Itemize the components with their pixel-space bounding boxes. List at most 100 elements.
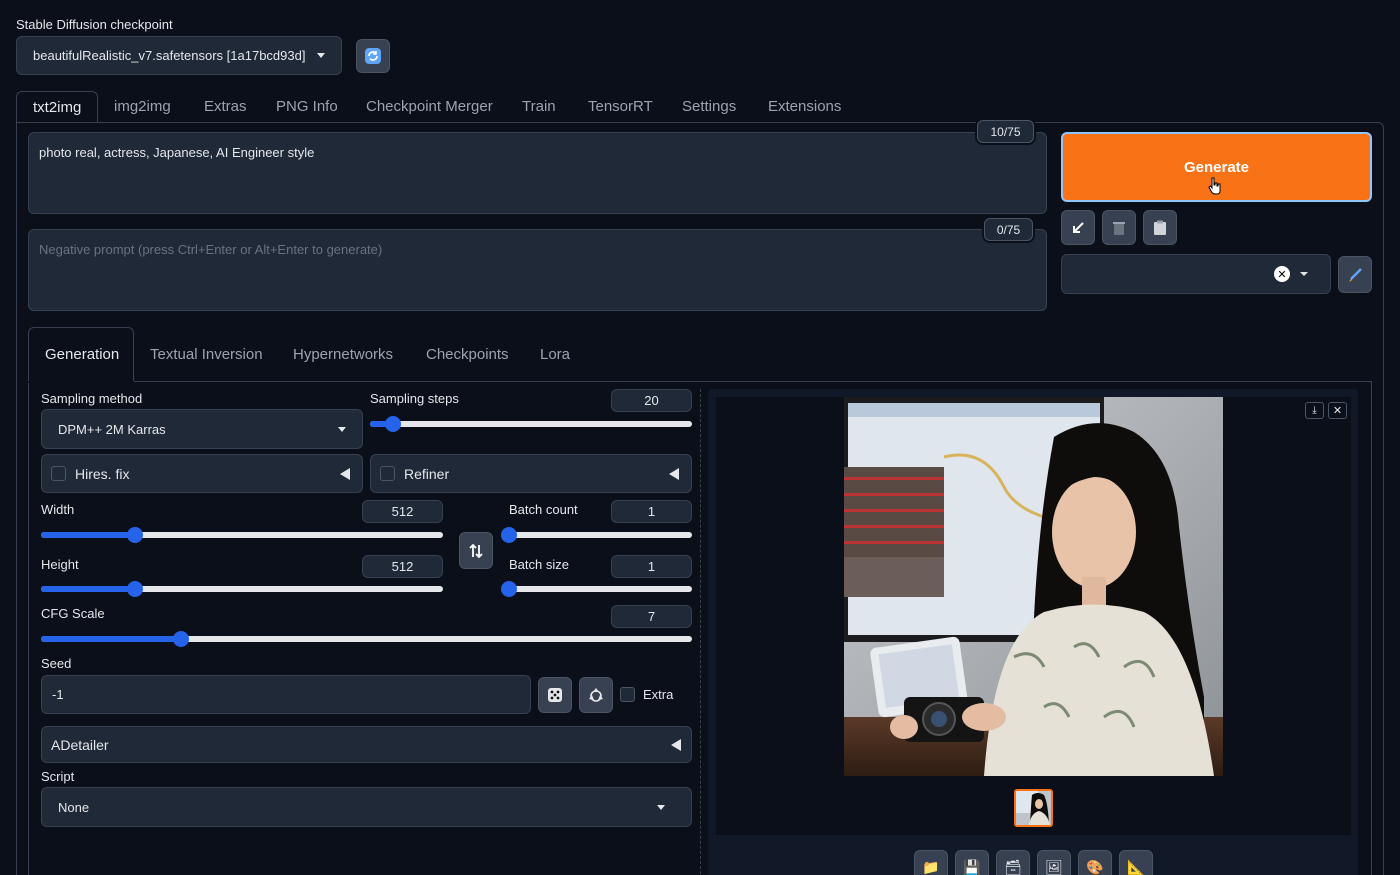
send-to-inpaint-button[interactable]: 🎨 bbox=[1078, 850, 1112, 875]
seed-input[interactable]: -1 bbox=[41, 675, 531, 714]
height-label: Height bbox=[41, 557, 79, 572]
cfg-scale-input[interactable]: 7 bbox=[611, 605, 692, 628]
chevron-down-icon bbox=[317, 53, 325, 58]
cfg-scale-slider[interactable] bbox=[41, 631, 692, 647]
batch-size-slider[interactable] bbox=[501, 581, 692, 597]
chevron-down-icon bbox=[657, 804, 665, 810]
edit-styles-button[interactable] bbox=[1338, 256, 1372, 293]
tab-textual-inversion[interactable]: Textual Inversion bbox=[150, 346, 263, 363]
download-icon[interactable]: ⤓ bbox=[1305, 402, 1324, 419]
dice-icon bbox=[548, 688, 562, 702]
sampling-steps-label: Sampling steps bbox=[370, 391, 459, 406]
collapse-arrow-icon[interactable] bbox=[671, 738, 681, 751]
tab-extensions[interactable]: Extensions bbox=[768, 91, 841, 123]
tab-img2img[interactable]: img2img bbox=[114, 91, 171, 123]
triangle-ruler-icon: 📐 bbox=[1127, 858, 1145, 875]
clear-prompt-button[interactable] bbox=[1102, 210, 1136, 245]
extra-checkbox[interactable] bbox=[620, 687, 635, 702]
tab-hypernetworks[interactable]: Hypernetworks bbox=[293, 346, 393, 363]
width-slider[interactable] bbox=[41, 527, 443, 543]
save-button[interactable]: 💾 bbox=[955, 850, 989, 875]
tab-lora[interactable]: Lora bbox=[540, 346, 570, 363]
hires-fix-label: Hires. fix bbox=[75, 465, 130, 482]
script-dropdown[interactable]: None bbox=[41, 787, 692, 827]
batch-count-input[interactable]: 1 bbox=[611, 500, 692, 523]
sampling-method-value: DPM++ 2M Karras bbox=[58, 421, 166, 437]
open-folder-button[interactable]: 📁 bbox=[914, 850, 948, 875]
column-divider bbox=[700, 389, 701, 875]
height-input[interactable]: 512 bbox=[362, 555, 443, 578]
width-label: Width bbox=[41, 502, 75, 517]
pointer-cursor-icon bbox=[1208, 177, 1222, 195]
extra-label: Extra bbox=[643, 687, 674, 702]
collapse-arrow-icon[interactable] bbox=[669, 467, 679, 480]
sampling-steps-slider[interactable] bbox=[370, 416, 692, 432]
tab-gap bbox=[28, 381, 134, 383]
clipboard-icon bbox=[1154, 220, 1166, 235]
refiner-accordion[interactable]: Refiner bbox=[370, 454, 692, 493]
width-input[interactable]: 512 bbox=[362, 500, 443, 523]
checkpoint-dropdown[interactable]: beautifulRealistic_v7.safetensors [1a17b… bbox=[16, 36, 342, 75]
slider-thumb[interactable] bbox=[384, 416, 401, 432]
generated-image[interactable] bbox=[844, 397, 1223, 776]
batch-size-label: Batch size bbox=[509, 557, 569, 572]
refresh-icon bbox=[365, 48, 381, 64]
generate-label: Generate bbox=[1183, 158, 1250, 176]
tab-png-info[interactable]: PNG Info bbox=[276, 91, 338, 123]
swap-arrows-icon bbox=[469, 543, 483, 558]
script-label: Script bbox=[41, 769, 75, 784]
random-seed-button[interactable] bbox=[538, 677, 572, 713]
collapse-arrow-icon[interactable] bbox=[340, 467, 350, 480]
adetailer-accordion[interactable]: ADetailer bbox=[41, 726, 692, 763]
gallery-thumbnail[interactable] bbox=[1014, 789, 1053, 827]
clear-icon[interactable]: ✕ bbox=[1274, 266, 1290, 282]
chevron-down-icon bbox=[1300, 272, 1308, 276]
slider-thumb[interactable] bbox=[501, 527, 517, 543]
prompt-token-counter: 10/75 bbox=[977, 120, 1034, 143]
send-to-extras-button[interactable]: 📐 bbox=[1119, 850, 1153, 875]
refresh-checkpoint-button[interactable] bbox=[356, 39, 390, 73]
close-icon[interactable]: ✕ bbox=[1328, 402, 1347, 419]
tab-generation[interactable]: Generation bbox=[45, 346, 119, 363]
seed-value: -1 bbox=[52, 687, 64, 702]
reuse-seed-button[interactable] bbox=[579, 677, 613, 713]
tab-tensorrt[interactable]: TensorRT bbox=[588, 91, 653, 123]
slider-thumb[interactable] bbox=[501, 581, 517, 597]
send-to-img2img-button[interactable]: 🖼 bbox=[1037, 850, 1071, 875]
zip-button[interactable]: 🗃 bbox=[996, 850, 1030, 875]
tab-checkpoint-merger[interactable]: Checkpoint Merger bbox=[366, 91, 493, 123]
tab-txt2img[interactable]: txt2img bbox=[16, 91, 98, 123]
cfg-scale-label: CFG Scale bbox=[41, 606, 105, 621]
prompt-textarea[interactable]: photo real, actress, Japanese, AI Engine… bbox=[28, 132, 1047, 214]
refiner-label: Refiner bbox=[404, 465, 450, 482]
floppy-disk-icon: 💾 bbox=[963, 858, 981, 875]
trash-icon bbox=[1113, 221, 1125, 235]
slider-thumb[interactable] bbox=[172, 631, 189, 647]
apply-styles-button[interactable] bbox=[1143, 210, 1177, 245]
tab-checkpoints[interactable]: Checkpoints bbox=[426, 346, 509, 363]
hires-fix-checkbox[interactable] bbox=[51, 466, 66, 481]
checkpoint-label: Stable Diffusion checkpoint bbox=[16, 17, 173, 32]
read-params-button[interactable] bbox=[1061, 210, 1095, 245]
negative-prompt-textarea[interactable]: Negative prompt (press Ctrl+Enter or Alt… bbox=[28, 229, 1047, 311]
sampling-method-dropdown[interactable]: DPM++ 2M Karras bbox=[41, 409, 363, 449]
batch-count-slider[interactable] bbox=[501, 527, 692, 543]
tab-train[interactable]: Train bbox=[522, 91, 556, 123]
prompt-text: photo real, actress, Japanese, AI Engine… bbox=[39, 145, 315, 160]
swap-dimensions-button[interactable] bbox=[459, 532, 493, 569]
hires-fix-accordion[interactable]: Hires. fix bbox=[41, 454, 363, 493]
tab-extras[interactable]: Extras bbox=[204, 91, 247, 123]
sampling-steps-input[interactable]: 20 bbox=[611, 389, 692, 412]
height-slider[interactable] bbox=[41, 581, 443, 597]
batch-size-input[interactable]: 1 bbox=[611, 555, 692, 578]
recycle-icon bbox=[589, 688, 603, 702]
adetailer-label: ADetailer bbox=[51, 736, 109, 753]
seed-label: Seed bbox=[41, 656, 72, 671]
styles-dropdown[interactable]: ✕ bbox=[1061, 254, 1331, 294]
checkpoint-value: beautifulRealistic_v7.safetensors [1a17b… bbox=[33, 48, 306, 63]
picture-icon: 🖼 bbox=[1045, 858, 1063, 875]
extra-seed-toggle[interactable]: Extra bbox=[620, 687, 673, 702]
tab-settings[interactable]: Settings bbox=[682, 91, 736, 123]
negative-prompt-token-counter: 0/75 bbox=[984, 218, 1033, 241]
refiner-checkbox[interactable] bbox=[380, 466, 395, 481]
